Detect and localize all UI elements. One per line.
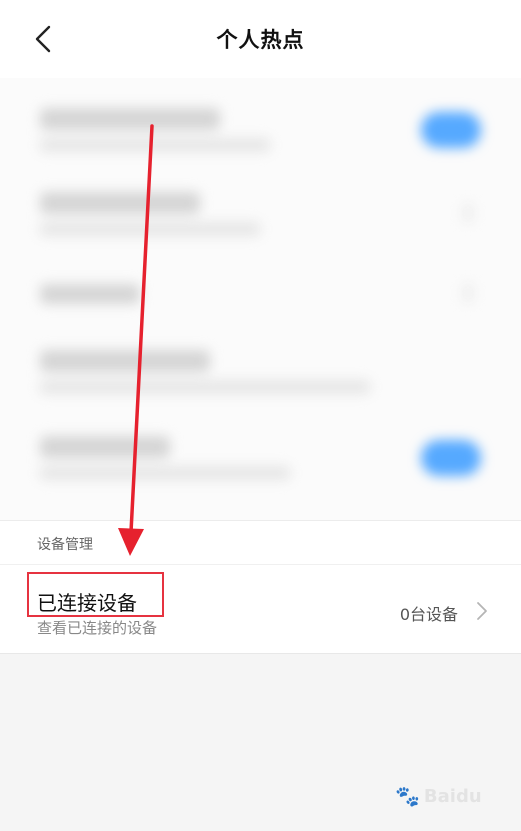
chevron-right-icon xyxy=(477,602,487,620)
connected-devices-row[interactable]: 已连接设备 查看已连接的设备 0台设备 xyxy=(0,564,521,654)
top-bar: 个人热点 xyxy=(0,0,521,78)
blurred-row-3 xyxy=(0,254,521,334)
baidu-watermark: 🐾 Baidu xyxy=(395,781,495,811)
blurred-row-1 xyxy=(0,90,521,170)
page-title: 个人热点 xyxy=(216,28,305,52)
section-title: 设备管理 xyxy=(37,537,93,553)
paw-icon: 🐾 xyxy=(395,784,420,808)
blurred-row-5 xyxy=(0,418,521,498)
blurred-row-4 xyxy=(0,334,521,414)
section-header-device-management: 设备管理 xyxy=(0,520,521,564)
blurred-settings-list xyxy=(0,78,521,520)
blurred-row-2 xyxy=(0,174,521,254)
connected-devices-subtitle: 查看已连接的设备 xyxy=(37,619,158,637)
watermark-text: Baidu xyxy=(423,785,482,807)
connected-devices-count: 0台设备 xyxy=(399,605,458,624)
connected-devices-title: 已连接设备 xyxy=(37,591,137,615)
